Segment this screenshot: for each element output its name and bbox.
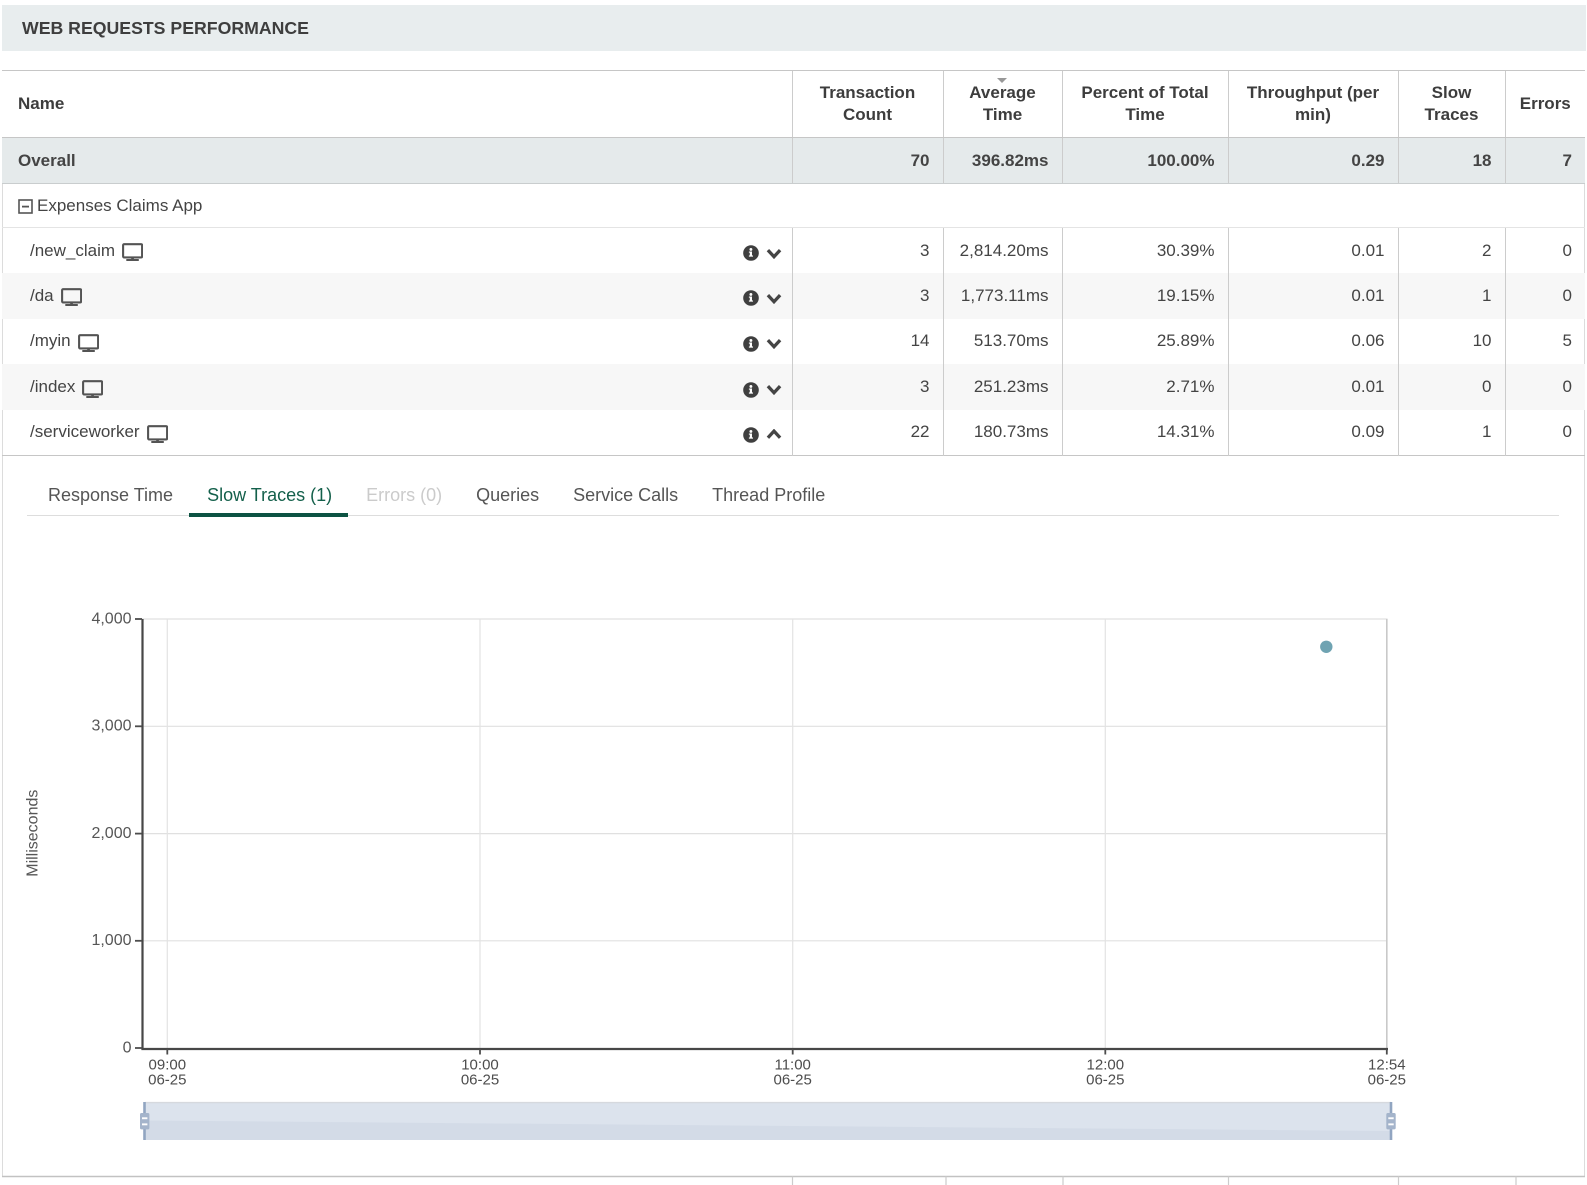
svg-text:1,000: 1,000 [91,932,131,949]
svg-text:06-25: 06-25 [148,1072,186,1089]
svg-text:Milliseconds: Milliseconds [25,790,42,877]
svg-text:4,000: 4,000 [91,610,131,627]
svg-text:06-25: 06-25 [461,1072,499,1089]
svg-text:06-25: 06-25 [1086,1072,1124,1089]
svg-text:06-25: 06-25 [1368,1072,1406,1089]
svg-text:2,000: 2,000 [91,825,131,842]
svg-text:3,000: 3,000 [91,718,131,735]
svg-text:0: 0 [123,1039,132,1056]
svg-text:06-25: 06-25 [774,1072,812,1089]
